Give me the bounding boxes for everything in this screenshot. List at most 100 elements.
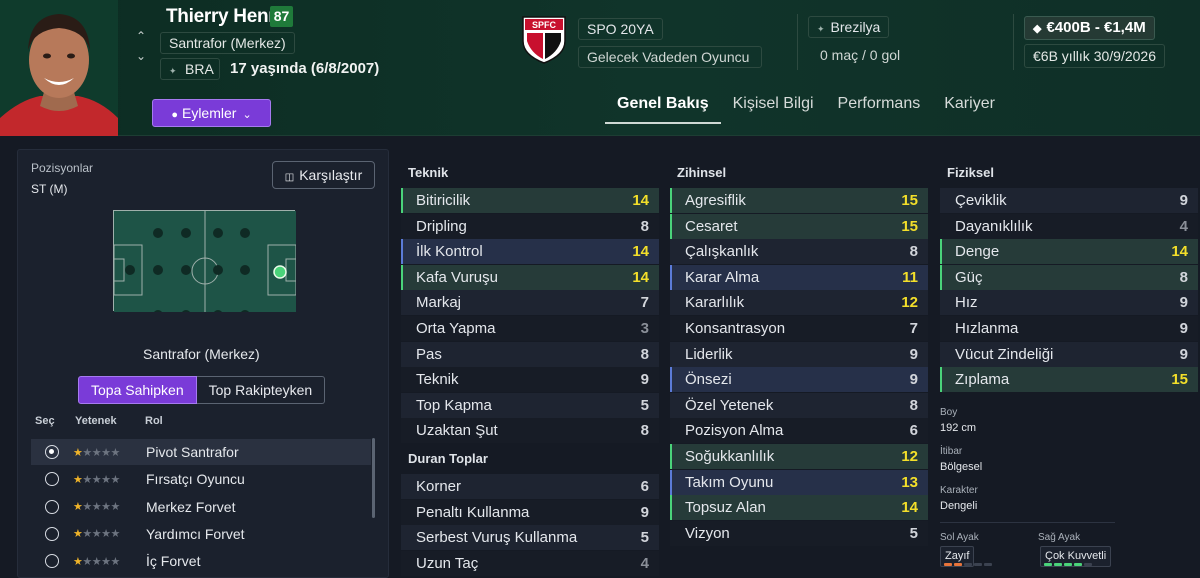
attribute-row[interactable]: Kafa Vuruşu 14: [401, 264, 659, 290]
role-row[interactable]: ★★★★★ Yardımcı Forvet: [31, 521, 371, 547]
attribute-row[interactable]: Çalışkanlık 8: [670, 239, 928, 265]
attribute-row[interactable]: Hız 9: [940, 290, 1198, 316]
transfer-value: ◆ €400B - €1,4M: [1024, 16, 1155, 40]
star-icon: ★: [73, 501, 83, 514]
nationality-box[interactable]: ✦ BRA: [160, 58, 220, 80]
attribute-name: Penaltı Kullanma: [416, 503, 530, 521]
reputation-value: Bölgesel: [940, 461, 983, 473]
setpieces-title: Duran Toplar: [408, 451, 488, 466]
attribute-row[interactable]: Zıplama 15: [940, 367, 1198, 393]
attribute-row[interactable]: Konsantrasyon 7: [670, 316, 928, 341]
role-radio[interactable]: [45, 472, 59, 487]
positions-title: Pozisyonlar: [31, 161, 94, 175]
attribute-row[interactable]: Orta Yapma 3: [401, 316, 659, 341]
attribute-row[interactable]: Dripling 8: [401, 213, 659, 239]
attribute-row[interactable]: Cesaret 15: [670, 213, 928, 239]
attribute-row[interactable]: Pozisyon Alma 6: [670, 418, 928, 444]
role-name: Yardımcı Forvet: [146, 525, 245, 542]
role-row[interactable]: ★★★★★ İç Forvet: [31, 548, 371, 574]
attribute-name: Dripling: [416, 217, 467, 235]
player-rating-badge: 87: [270, 6, 293, 27]
role-radio[interactable]: [45, 554, 59, 569]
attribute-name: Zıplama: [955, 371, 1010, 389]
attribute-row[interactable]: Agresiflik 15: [670, 188, 928, 213]
attribute-row[interactable]: Liderlik 9: [670, 341, 928, 367]
player-switcher[interactable]: ⌃ ⌄: [133, 26, 149, 66]
attribute-value: 14: [901, 499, 918, 517]
attribute-row[interactable]: Pas 8: [401, 341, 659, 367]
chevron-up-icon[interactable]: ⌃: [133, 26, 149, 46]
appearances: 0 maç / 0 gol: [820, 47, 901, 63]
attribute-value: 15: [901, 217, 918, 235]
role-stars: ★★★★★: [73, 555, 146, 568]
attribute-row[interactable]: Soğukkanlılık 12: [670, 444, 928, 469]
role-list-scrollbar[interactable]: [372, 438, 375, 518]
attribute-name: Kafa Vuruşu: [416, 268, 498, 286]
role-radio[interactable]: [45, 526, 59, 541]
role-row[interactable]: ★★★★★ Fırsatçı Oyuncu: [31, 466, 371, 492]
club-crest[interactable]: SPFC: [521, 15, 567, 65]
attribute-row[interactable]: Teknik 9: [401, 367, 659, 393]
star-icon: ★: [91, 473, 102, 486]
attribute-row[interactable]: Takım Oyunu 13: [670, 469, 928, 495]
attribute-value: 9: [909, 345, 918, 363]
role-row[interactable]: ★★★★★ Pivot Santrafor: [31, 439, 371, 465]
attribute-row[interactable]: Karar Alma 11: [670, 264, 928, 290]
star-icon: ★: [101, 473, 111, 486]
attribute-row[interactable]: İlk Kontrol 14: [401, 239, 659, 265]
attribute-row[interactable]: Güç 8: [940, 264, 1198, 290]
attribute-name: Markaj: [416, 294, 462, 312]
role-stars: ★★★★★: [73, 527, 146, 540]
attribute-value: 9: [1179, 192, 1188, 209]
out-of-possession-toggle[interactable]: Top Rakipteyken: [196, 376, 326, 404]
role-radio[interactable]: [45, 445, 59, 459]
attribute-row[interactable]: Denge 14: [940, 239, 1198, 265]
chevron-down-icon: ⌄: [242, 109, 252, 121]
attribute-name: Hız: [955, 294, 978, 312]
attribute-row[interactable]: Penaltı Kullanma 9: [401, 499, 659, 525]
pitch-caption: Santrafor (Merkez): [143, 346, 260, 362]
attribute-row[interactable]: Vücut Zindeliği 9: [940, 341, 1198, 367]
attribute-value: 12: [901, 448, 918, 465]
attribute-name: Güç: [955, 268, 983, 286]
right-foot-meter: [1044, 563, 1092, 566]
attribute-row[interactable]: Kararlılık 12: [670, 290, 928, 316]
attribute-value: 14: [1171, 243, 1188, 261]
actions-button[interactable]: ● Eylemler ⌄: [152, 99, 271, 127]
attribute-row[interactable]: Serbest Vuruş Kullanma 5: [401, 525, 659, 551]
attribute-row[interactable]: Topsuz Alan 14: [670, 495, 928, 521]
attribute-name: Denge: [955, 243, 1000, 261]
height-label: Boy: [940, 407, 958, 418]
attribute-row[interactable]: Markaj 7: [401, 290, 659, 316]
attribute-row[interactable]: Hızlanma 9: [940, 316, 1198, 341]
attribute-value: 9: [909, 371, 918, 389]
role-row[interactable]: ★★★★★ Merkez Forvet: [31, 494, 371, 520]
attribute-row[interactable]: Top Kapma 5: [401, 392, 659, 418]
tab-performance[interactable]: Performans: [826, 94, 933, 124]
in-possession-toggle[interactable]: Topa Sahipken: [78, 376, 197, 404]
attribute-row[interactable]: Önsezi 9: [670, 367, 928, 393]
league-box[interactable]: ✦ Brezilya: [808, 16, 890, 38]
player-status: Gelecek Vadeden Oyuncu: [578, 46, 762, 68]
actions-label: Eylemler: [181, 105, 237, 121]
attribute-row[interactable]: Uzun Taç 4: [401, 550, 659, 576]
attribute-row[interactable]: Vizyon 5: [670, 520, 928, 546]
attribute-row[interactable]: Bitiricilik 14: [401, 188, 659, 213]
chevron-down-icon[interactable]: ⌄: [133, 46, 149, 66]
compare-button[interactable]: ◫ Karşılaştır: [272, 161, 375, 189]
tab-career[interactable]: Kariyer: [932, 94, 1007, 124]
attribute-row[interactable]: Uzaktan Şut 8: [401, 418, 659, 444]
attribute-name: Uzun Taç: [416, 554, 479, 572]
attribute-row[interactable]: Özel Yetenek 8: [670, 392, 928, 418]
tab-personal-info[interactable]: Kişisel Bilgi: [721, 94, 826, 124]
attribute-row[interactable]: Korner 6: [401, 474, 659, 499]
attribute-name: Uzaktan Şut: [416, 422, 498, 440]
attribute-row[interactable]: Dayanıklılık 4: [940, 213, 1198, 239]
attribute-value: 4: [640, 554, 649, 572]
role-stars: ★★★★★: [73, 473, 146, 486]
tab-overview[interactable]: Genel Bakış: [605, 94, 721, 124]
attribute-row[interactable]: Çeviklik 9: [940, 188, 1198, 213]
role-radio[interactable]: [45, 499, 59, 514]
attribute-name: Pozisyon Alma: [685, 422, 784, 440]
squad-name[interactable]: SPO 20YA: [578, 18, 663, 40]
